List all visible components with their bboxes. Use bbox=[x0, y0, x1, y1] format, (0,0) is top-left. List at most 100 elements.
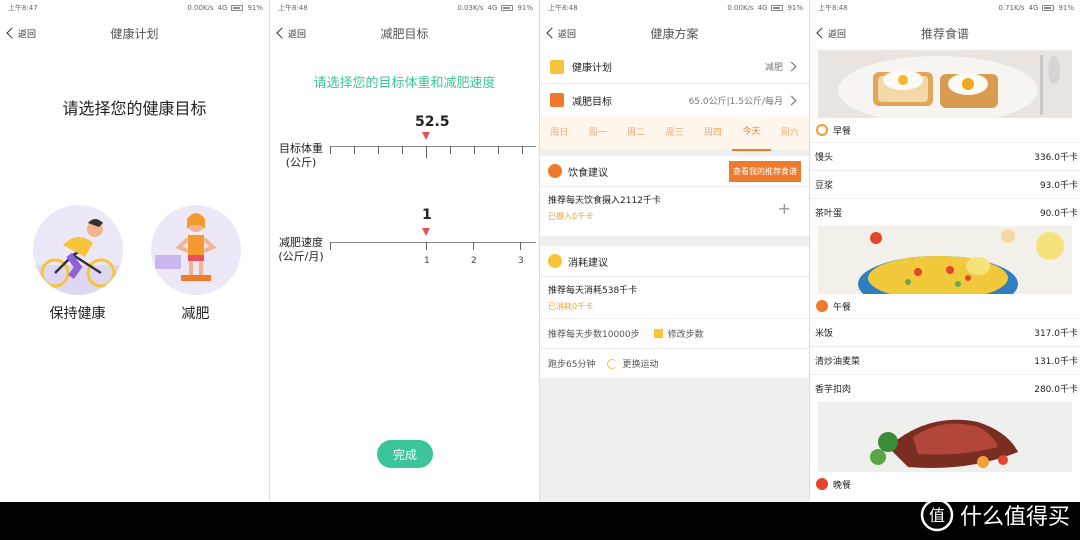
goal-option-keep-healthy[interactable]: 保持健康 bbox=[30, 205, 125, 323]
status-bar: 上午8:48 0.03K/s 4G 91% bbox=[270, 0, 539, 16]
screen-health-scheme: 上午8:48 0.00K/s 4G 91% 返回 健康方案 健康计划 减肥 减肥… bbox=[540, 0, 810, 502]
back-button[interactable]: 返回 bbox=[276, 16, 306, 50]
food-row[interactable]: 香芋扣肉 280.0千卡 bbox=[810, 374, 1080, 402]
lunch-icon bbox=[816, 300, 828, 312]
battery-icon bbox=[501, 5, 514, 11]
food-name: 豆浆 bbox=[815, 181, 834, 191]
tab-day[interactable]: 周日 bbox=[540, 116, 578, 150]
food-row[interactable]: 清炒油麦菜 131.0千卡 bbox=[810, 346, 1080, 374]
speed-tick-1: 1 bbox=[424, 256, 430, 266]
status-signal: 4G bbox=[757, 4, 768, 12]
burn-section-header: 消耗建议 bbox=[540, 246, 809, 276]
health-plan-label: 健康计划 bbox=[572, 63, 612, 74]
nav-bar: 返回 推荐食谱 bbox=[810, 16, 1080, 50]
weight-goal-row[interactable]: 减肥目标 65.0公斤|1.5公斤/每月 bbox=[540, 83, 809, 116]
change-sport-link[interactable]: 更换运动 bbox=[622, 357, 658, 370]
burn-title: 消耗建议 bbox=[568, 257, 608, 269]
cyclist-icon bbox=[32, 205, 123, 295]
food-name: 清炒油麦菜 bbox=[815, 357, 861, 367]
goal-prompt: 请选择您的健康目标 bbox=[62, 99, 207, 118]
status-time: 上午8:47 bbox=[8, 4, 38, 12]
food-row[interactable]: 茶叶蛋 90.0千卡 bbox=[810, 198, 1080, 226]
speed-value: 1 bbox=[422, 207, 432, 223]
chevron-right-icon bbox=[786, 61, 797, 72]
view-recipe-button[interactable]: 查看我的推荐食谱 bbox=[729, 160, 801, 182]
steps-text: 推荐每天步数10000步 bbox=[548, 330, 640, 340]
back-button[interactable]: 返回 bbox=[546, 16, 577, 50]
back-button[interactable]: 返回 bbox=[6, 16, 37, 50]
burn-recommend: 推荐每天消耗538千卡 bbox=[548, 286, 638, 296]
status-time: 上午8:48 bbox=[548, 4, 578, 12]
status-net: 0.03K/s bbox=[457, 4, 484, 12]
goal-label-keep-healthy: 保持健康 bbox=[49, 306, 106, 322]
done-button[interactable]: 完成 bbox=[377, 440, 433, 468]
status-battery: 91% bbox=[1058, 4, 1074, 12]
weekday-tabs: 周日 周一 周二 周三 周四 今天 周六 bbox=[540, 115, 809, 151]
back-chevron-icon bbox=[276, 27, 288, 39]
food-row[interactable]: 米饭 317.0千卡 bbox=[810, 318, 1080, 346]
goal-option-lose-weight[interactable]: 减肥 bbox=[148, 205, 243, 323]
back-button[interactable]: 返回 bbox=[816, 16, 847, 50]
tab-day[interactable]: 周二 bbox=[617, 116, 655, 150]
tab-day[interactable]: 周三 bbox=[655, 116, 693, 150]
scale-icon bbox=[550, 93, 564, 107]
target-weight-ruler[interactable] bbox=[330, 132, 536, 170]
status-battery: 91% bbox=[517, 4, 533, 12]
food-kcal: 280.0千卡 bbox=[1034, 385, 1078, 395]
battery-icon bbox=[231, 5, 244, 11]
run-row: 跑步65分钟 更换运动 bbox=[540, 348, 809, 378]
lunch-header: 午餐 bbox=[810, 294, 1080, 318]
speed-marker-icon bbox=[422, 228, 430, 236]
goal-label-lose-weight: 减肥 bbox=[181, 306, 210, 322]
food-kcal: 93.0千卡 bbox=[1039, 181, 1078, 191]
food-kcal: 336.0千卡 bbox=[1034, 153, 1078, 163]
flame-icon bbox=[548, 254, 562, 268]
back-label: 返回 bbox=[18, 29, 37, 40]
diet-block: 推荐每天饮食摄入2112千卡 已摄入0千卡 + bbox=[540, 186, 809, 236]
status-net: 0.71K/s bbox=[998, 4, 1025, 12]
edit-steps-link[interactable]: 修改步数 bbox=[668, 327, 704, 340]
fitness-girl-icon bbox=[150, 205, 241, 295]
health-plan-value: 减肥 bbox=[764, 63, 783, 73]
food-row[interactable]: 豆浆 93.0千卡 bbox=[810, 170, 1080, 198]
scheme-content: 健康计划 减肥 减肥目标 65.0公斤|1.5公斤/每月 周日 周一 周二 周三… bbox=[540, 50, 809, 502]
back-label: 返回 bbox=[558, 29, 577, 40]
tab-today[interactable]: 今天 bbox=[732, 115, 771, 151]
status-battery: 91% bbox=[787, 4, 803, 12]
food-name: 米饭 bbox=[815, 329, 834, 339]
status-time: 上午8:48 bbox=[818, 4, 848, 12]
nav-bar: 返回 健康计划 bbox=[0, 16, 269, 50]
screen-recommended-recipes: 上午8:48 0.71K/s 4G 91% 返回 推荐食谱 早餐 馒头 336.… bbox=[810, 0, 1080, 502]
back-label: 返回 bbox=[828, 29, 847, 40]
food-row[interactable]: 馒头 336.0千卡 bbox=[810, 142, 1080, 170]
health-plan-row[interactable]: 健康计划 减肥 bbox=[540, 50, 809, 83]
edit-steps-icon[interactable] bbox=[653, 329, 663, 338]
chevron-right-icon bbox=[786, 95, 797, 105]
back-chevron-icon bbox=[6, 27, 18, 39]
status-signal: 4G bbox=[1028, 4, 1039, 12]
tab-day[interactable]: 周四 bbox=[694, 116, 732, 150]
lunch-image bbox=[818, 226, 1072, 294]
back-chevron-icon bbox=[816, 27, 828, 39]
add-food-button[interactable]: + bbox=[778, 199, 791, 218]
food-name: 香芋扣肉 bbox=[815, 385, 852, 395]
tab-day[interactable]: 周六 bbox=[771, 116, 809, 150]
page-title: 健康计划 bbox=[110, 26, 159, 41]
watermark-text: 什么值得买 bbox=[959, 505, 1070, 530]
tab-day[interactable]: 周一 bbox=[578, 116, 616, 150]
target-weight-value: 52.5 bbox=[415, 114, 450, 130]
food-kcal: 317.0千卡 bbox=[1034, 329, 1078, 339]
status-battery: 91% bbox=[247, 4, 263, 12]
speed-tick-3: 3 bbox=[518, 256, 524, 266]
watermark: 值 什么值得买 bbox=[920, 498, 1070, 532]
food-kcal: 90.0千卡 bbox=[1039, 209, 1078, 219]
status-net: 0.00K/s bbox=[727, 4, 754, 12]
refresh-icon[interactable] bbox=[607, 358, 618, 369]
dinner-header: 晚餐 bbox=[810, 472, 1080, 496]
food-name: 茶叶蛋 bbox=[815, 209, 843, 219]
breakfast-header: 早餐 bbox=[810, 118, 1080, 142]
breakfast-image bbox=[818, 50, 1072, 118]
diet-title: 饮食建议 bbox=[568, 167, 608, 179]
status-time: 上午8:48 bbox=[278, 4, 308, 12]
speed-ruler[interactable]: 1 2 3 bbox=[330, 228, 536, 266]
